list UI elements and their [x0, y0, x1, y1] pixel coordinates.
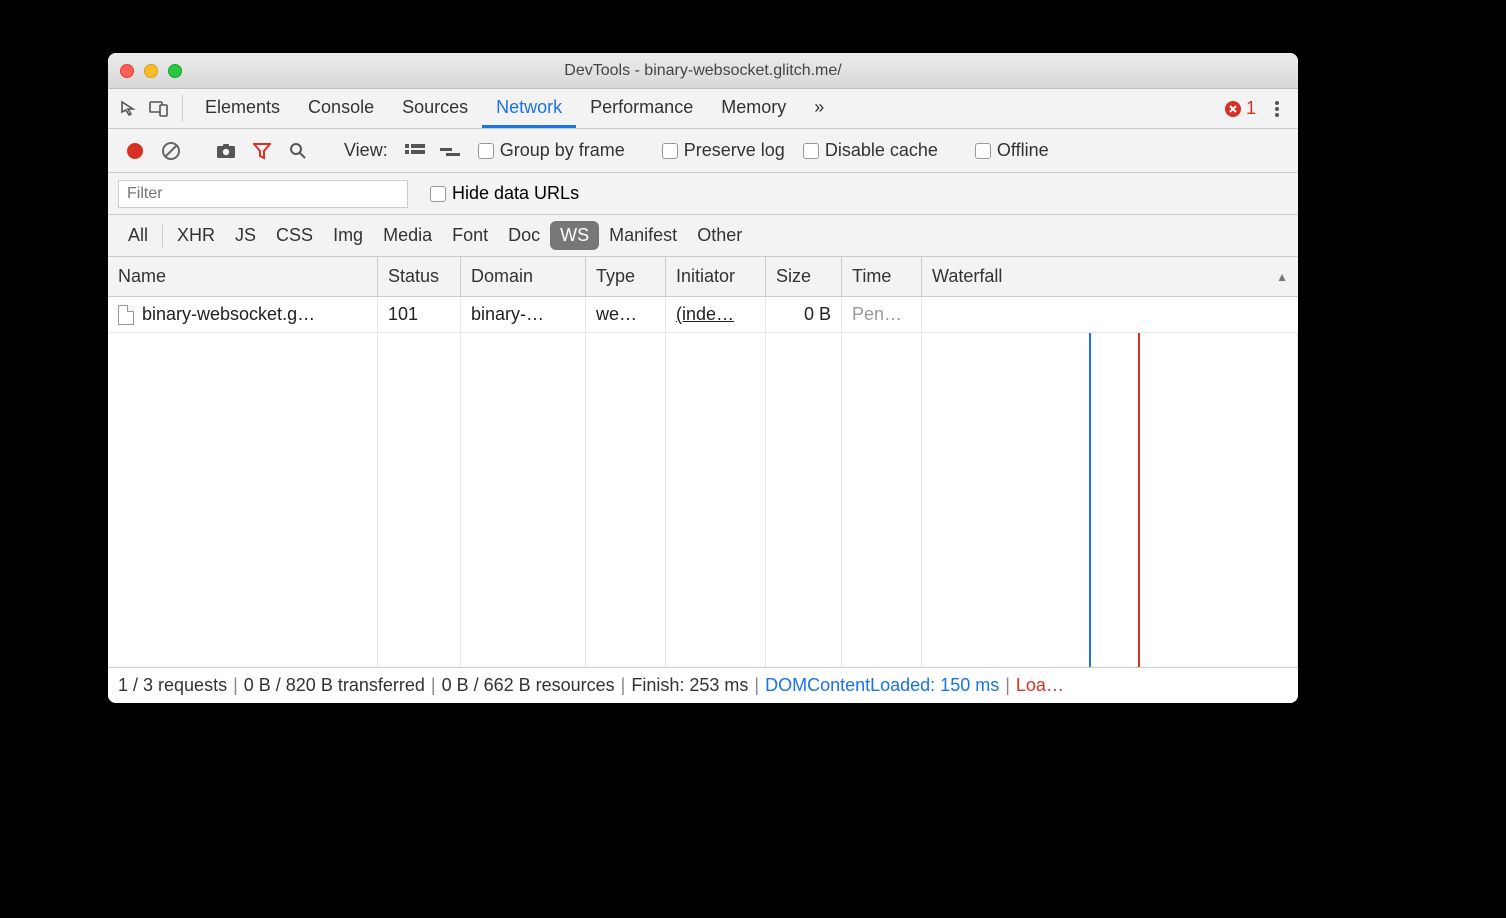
- status-finish: Finish: 253 ms: [631, 675, 748, 696]
- tabs-overflow-button[interactable]: »: [800, 89, 838, 128]
- cell-initiator[interactable]: (inde…: [666, 297, 766, 332]
- panel-tabs: Elements Console Sources Network Perform…: [191, 89, 838, 128]
- status-transferred: 0 B / 820 B transferred: [244, 675, 425, 696]
- minimize-window-button[interactable]: [144, 64, 158, 78]
- network-table-body: binary-websocket.g… 101 binary-… we… (in…: [108, 297, 1298, 667]
- tab-sources[interactable]: Sources: [388, 89, 482, 128]
- error-count: 1: [1246, 98, 1256, 119]
- type-css[interactable]: CSS: [266, 221, 323, 250]
- filter-icon[interactable]: [245, 134, 279, 168]
- zoom-window-button[interactable]: [168, 64, 182, 78]
- search-icon[interactable]: [281, 134, 315, 168]
- divider: [162, 225, 163, 247]
- type-manifest[interactable]: Manifest: [599, 221, 687, 250]
- type-img[interactable]: Img: [323, 221, 373, 250]
- checkbox-icon: [430, 186, 446, 202]
- overview-icon[interactable]: [434, 134, 468, 168]
- cell-waterfall: [922, 297, 1298, 332]
- status-dcl: DOMContentLoaded: 150 ms: [765, 675, 999, 696]
- checkbox-icon: [803, 143, 819, 159]
- disable-cache-label: Disable cache: [825, 140, 938, 161]
- group-by-frame-checkbox[interactable]: Group by frame: [470, 140, 633, 161]
- kebab-menu-icon[interactable]: [1262, 89, 1292, 128]
- screenshot-icon[interactable]: [209, 134, 243, 168]
- type-other[interactable]: Other: [687, 221, 752, 250]
- view-label: View:: [336, 140, 396, 161]
- cell-time: Pen…: [842, 297, 922, 332]
- tab-console[interactable]: Console: [294, 89, 388, 128]
- tab-performance[interactable]: Performance: [576, 89, 707, 128]
- window-title: DevTools - binary-websocket.glitch.me/: [108, 62, 1298, 80]
- load-marker: [1138, 333, 1140, 667]
- cell-status: 101: [378, 297, 461, 332]
- tab-network[interactable]: Network: [482, 89, 576, 128]
- group-by-frame-label: Group by frame: [500, 140, 625, 161]
- resource-type-filters: All XHR JS CSS Img Media Font Doc WS Man…: [108, 215, 1298, 257]
- checkbox-icon: [478, 143, 494, 159]
- column-gridlines: [108, 333, 1298, 667]
- col-status[interactable]: Status: [378, 257, 461, 296]
- main-tab-bar: Elements Console Sources Network Perform…: [108, 89, 1298, 129]
- checkbox-icon: [662, 143, 678, 159]
- col-initiator[interactable]: Initiator: [666, 257, 766, 296]
- col-time[interactable]: Time: [842, 257, 922, 296]
- dcl-marker: [1089, 333, 1091, 667]
- network-table-header: Name Status Domain Type Initiator Size T…: [108, 257, 1298, 297]
- cell-type: we…: [586, 297, 666, 332]
- traffic-lights: [120, 64, 182, 78]
- status-load: Loa…: [1016, 675, 1064, 696]
- tab-elements[interactable]: Elements: [191, 89, 294, 128]
- cell-domain: binary-…: [461, 297, 586, 332]
- preserve-log-label: Preserve log: [684, 140, 785, 161]
- col-name[interactable]: Name: [108, 257, 378, 296]
- file-icon: [118, 305, 134, 325]
- inspect-element-icon[interactable]: [114, 89, 144, 128]
- col-size[interactable]: Size: [766, 257, 842, 296]
- status-requests: 1 / 3 requests: [118, 675, 227, 696]
- type-media[interactable]: Media: [373, 221, 442, 250]
- hide-data-urls-label: Hide data URLs: [452, 183, 579, 204]
- preserve-log-checkbox[interactable]: Preserve log: [654, 140, 793, 161]
- offline-label: Offline: [997, 140, 1049, 161]
- col-waterfall[interactable]: Waterfall▲: [922, 257, 1298, 296]
- clear-button[interactable]: [154, 134, 188, 168]
- record-button[interactable]: [118, 134, 152, 168]
- checkbox-icon: [975, 143, 991, 159]
- type-font[interactable]: Font: [442, 221, 498, 250]
- status-bar: 1 / 3 requests | 0 B / 820 B transferred…: [108, 667, 1298, 703]
- type-all[interactable]: All: [118, 221, 158, 250]
- status-resources: 0 B / 662 B resources: [442, 675, 615, 696]
- titlebar: DevTools - binary-websocket.glitch.me/: [108, 53, 1298, 89]
- offline-checkbox[interactable]: Offline: [967, 140, 1057, 161]
- col-type[interactable]: Type: [586, 257, 666, 296]
- tab-memory[interactable]: Memory: [707, 89, 800, 128]
- divider: [182, 95, 183, 122]
- table-row[interactable]: binary-websocket.g… 101 binary-… we… (in…: [108, 297, 1298, 333]
- filter-input[interactable]: [118, 180, 408, 208]
- sort-indicator-icon: ▲: [1276, 270, 1288, 284]
- cell-name: binary-websocket.g…: [108, 297, 378, 332]
- cell-size: 0 B: [766, 297, 842, 332]
- type-js[interactable]: JS: [225, 221, 266, 250]
- hide-data-urls-checkbox[interactable]: Hide data URLs: [422, 183, 587, 204]
- disable-cache-checkbox[interactable]: Disable cache: [795, 140, 946, 161]
- network-toolbar: View: Group by frame Preserve log Disabl…: [108, 129, 1298, 173]
- devtools-window: DevTools - binary-websocket.glitch.me/ E…: [108, 53, 1298, 703]
- close-window-button[interactable]: [120, 64, 134, 78]
- toggle-device-toolbar-icon[interactable]: [144, 89, 174, 128]
- error-count-badge[interactable]: 1: [1218, 89, 1262, 128]
- type-xhr[interactable]: XHR: [167, 221, 225, 250]
- filter-bar: Hide data URLs: [108, 173, 1298, 215]
- col-domain[interactable]: Domain: [461, 257, 586, 296]
- type-doc[interactable]: Doc: [498, 221, 550, 250]
- type-ws[interactable]: WS: [550, 221, 599, 250]
- large-rows-icon[interactable]: [398, 134, 432, 168]
